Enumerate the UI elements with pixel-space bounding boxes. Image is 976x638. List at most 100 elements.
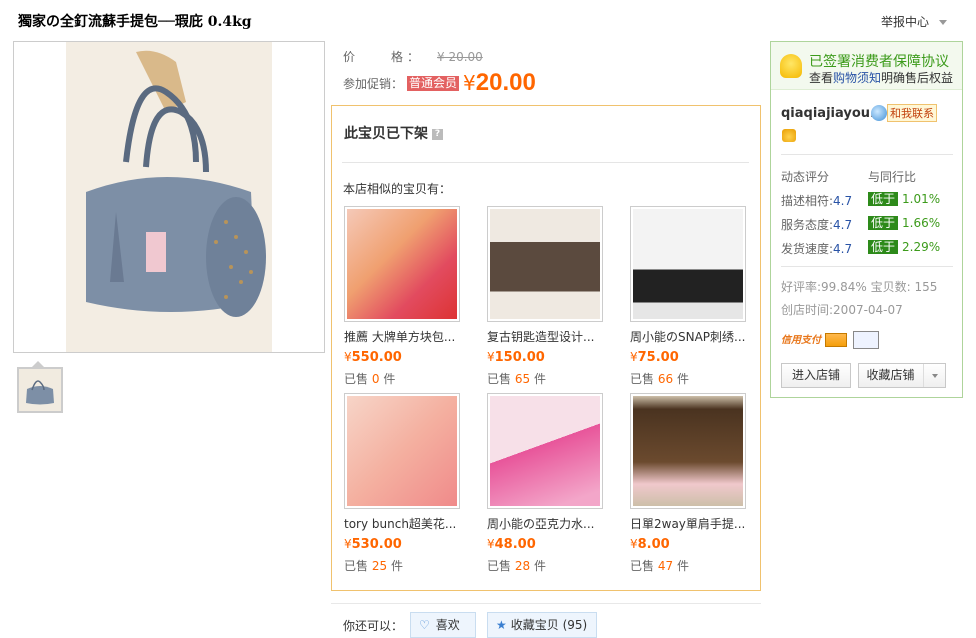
item-name[interactable]: 周小能の亞克力水... (487, 515, 619, 532)
item-price-value: 75.00 (637, 350, 679, 365)
divider (781, 154, 953, 155)
seller-name[interactable]: qiaqiajiayou... (781, 106, 885, 121)
similar-item[interactable]: 推薦 大牌单方块包... ¥550.00 已售 0 件 (344, 206, 476, 387)
rating-score[interactable]: 4.7 (833, 218, 852, 232)
currency-symbol: ¥ (487, 350, 495, 364)
enter-shop-button[interactable]: 进入店铺 (781, 363, 851, 388)
item-image[interactable] (344, 393, 460, 509)
service-icons: 信用支付 (781, 331, 879, 349)
item-price: ¥150.00 (487, 350, 619, 365)
guarantee-desc: 查看购物须知明确售后权益 (809, 69, 953, 86)
compare-header: 与同行比 (868, 170, 917, 184)
sold-unit: 件 (676, 559, 689, 573)
similar-item[interactable]: 周小能の亞克力水... ¥48.00 已售 28 件 (487, 393, 619, 574)
sold-prefix: 已售 (487, 559, 512, 573)
currency-symbol: ¥ (630, 537, 638, 551)
similar-item[interactable]: 复古钥匙造型设计... ¥150.00 已售 65 件 (487, 206, 619, 387)
contact-seller-button[interactable]: 和我联系 (871, 104, 937, 122)
heart-icon: ♡ (419, 618, 430, 632)
product-thumbnail[interactable] (17, 367, 63, 413)
favorite-item-button[interactable]: ★ 收藏宝贝 (95) (487, 612, 597, 638)
item-image[interactable] (630, 206, 746, 322)
chevron-down-icon (931, 373, 938, 378)
wangwang-icon (871, 105, 887, 121)
divider (342, 162, 749, 163)
original-price: ¥ 20.00 (437, 50, 483, 64)
item-price-value: 530.00 (351, 537, 402, 552)
shopping-notice-link[interactable]: 购物须知 (833, 71, 881, 85)
item-name[interactable]: tory bunch超美花... (344, 515, 476, 532)
similar-item[interactable]: 日單2way單肩手提... ¥8.00 已售 47 件 (630, 393, 762, 574)
rating-row: 描述相符:4.7 (781, 192, 852, 209)
rating-score[interactable]: 4.7 (833, 194, 852, 208)
guarantee-title: 已签署消费者保障协议 (809, 54, 949, 70)
item-name[interactable]: 推薦 大牌单方块包... (344, 328, 476, 345)
original-price-row: 价 格： ¥ 20.00 (343, 48, 483, 65)
sold-count: 65 (514, 372, 531, 386)
item-image[interactable] (630, 393, 746, 509)
rating-label: 发货速度: (781, 242, 834, 256)
promo-currency: ¥ (463, 71, 476, 95)
like-label: 喜欢 (435, 618, 460, 632)
offshelf-title: 此宝贝已下架 (344, 126, 428, 142)
report-center-link[interactable]: 举报中心 (881, 13, 948, 30)
sold-prefix: 已售 (344, 372, 369, 386)
item-price: ¥550.00 (344, 350, 476, 365)
item-image[interactable] (487, 393, 603, 509)
sold-count: 28 (514, 559, 531, 573)
product-title: 獨家の全釘流蘇手提包──瑕庇 0.4kg (18, 14, 252, 30)
help-icon[interactable]: ? (432, 128, 443, 140)
similar-item[interactable]: tory bunch超美花... ¥530.00 已售 25 件 (344, 393, 476, 574)
item-name[interactable]: 复古钥匙造型设计... (487, 328, 619, 345)
trophy-icon (780, 54, 802, 78)
similar-item[interactable]: 周小能のSNAP刺绣... ¥75.00 已售 66 件 (630, 206, 762, 387)
rating-compare: 低于 1.01% (868, 192, 940, 206)
item-name[interactable]: 日單2way單肩手提... (630, 515, 762, 532)
price-label: 价 格： (343, 50, 424, 64)
favorite-shop-button[interactable]: 收藏店铺 (858, 363, 946, 388)
sold-unit: 件 (390, 559, 403, 573)
currency-symbol: ¥ (487, 537, 495, 551)
sold-prefix: 已售 (630, 559, 655, 573)
sold-count: 25 (371, 559, 388, 573)
rating-pct: 1.01% (902, 192, 941, 206)
member-badge: 普通会员 (407, 75, 460, 91)
star-icon: ★ (496, 618, 507, 632)
like-button[interactable]: ♡ 喜欢 (410, 612, 476, 638)
sold-count: 0 (371, 372, 380, 386)
favorite-label: 收藏宝贝 (95) (510, 618, 588, 632)
sold-prefix: 已售 (487, 372, 512, 386)
rating-pct: 2.29% (902, 240, 941, 254)
similar-items-label: 本店相似的宝贝有： (343, 182, 452, 196)
promo-label: 参加促销： (343, 76, 404, 91)
lower-tag: 低于 (868, 192, 899, 206)
dropdown-toggle[interactable] (922, 364, 938, 387)
offshelf-panel: 此宝贝已下架? 本店相似的宝贝有： 推薦 大牌单方块包... ¥550.00 已… (331, 105, 761, 591)
sold-unit: 件 (383, 372, 396, 386)
promo-price: 20.00 (475, 69, 536, 96)
item-price: ¥75.00 (630, 350, 762, 365)
item-sold: 已售 28 件 (487, 557, 619, 574)
divider (331, 603, 761, 604)
item-price-value: 48.00 (494, 537, 536, 552)
sold-prefix: 已售 (344, 559, 369, 573)
item-price: ¥8.00 (630, 537, 762, 552)
item-name[interactable]: 周小能のSNAP刺绣... (630, 328, 762, 345)
sold-count: 66 (657, 372, 674, 386)
favorite-shop-label: 收藏店铺 (866, 368, 915, 382)
currency-symbol: ¥ (630, 350, 638, 364)
also-label: 你还可以： (343, 619, 404, 633)
rating-header: 动态评分 (781, 170, 830, 184)
item-price: ¥48.00 (487, 537, 619, 552)
credit-card-icon[interactable] (825, 333, 847, 347)
item-image[interactable] (344, 206, 460, 322)
item-sold: 已售 25 件 (344, 557, 476, 574)
main-product-image[interactable] (13, 41, 325, 353)
guarantee-post: 明确售后权益 (881, 71, 954, 85)
item-price-value: 8.00 (637, 537, 670, 552)
item-image[interactable] (487, 206, 603, 322)
certification-icon[interactable] (853, 331, 879, 349)
sold-unit: 件 (533, 559, 546, 573)
rating-score[interactable]: 4.7 (833, 242, 852, 256)
product-photo (66, 42, 272, 352)
